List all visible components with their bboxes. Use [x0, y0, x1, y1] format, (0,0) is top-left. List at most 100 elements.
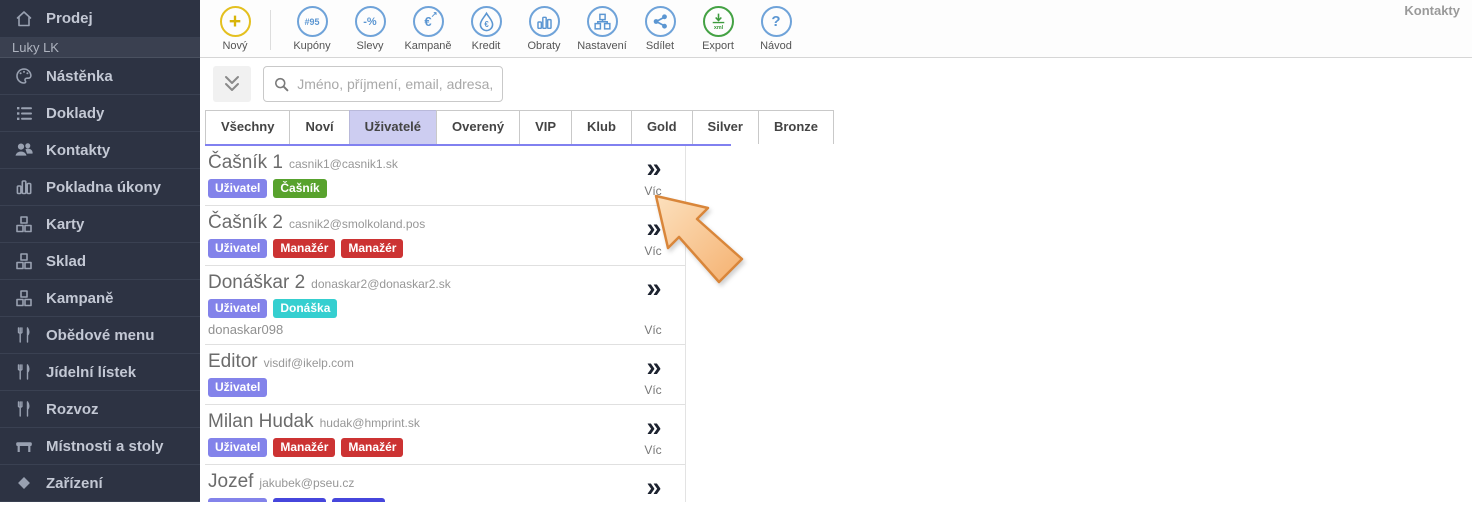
contact-row: Milan Hudakhudak@hmprint.sk Uživatel Man…	[205, 405, 685, 465]
role-badge: Manažér	[273, 438, 335, 457]
sidebar-item-rozvoz[interactable]: Rozvoz	[0, 391, 200, 428]
role-badge: Uživatel	[208, 378, 267, 397]
contact-name: Jozef	[208, 471, 253, 492]
campaigns-button[interactable]: € ↗ Kampaně	[399, 6, 457, 52]
role-badge: Manažér	[341, 239, 403, 258]
diamond-icon	[14, 473, 34, 493]
role-badge: Majiteľ	[332, 498, 385, 502]
search-input[interactable]	[297, 76, 492, 92]
sidebar-item-label: Zařízení	[46, 475, 103, 492]
help-button[interactable]: ? Návod	[747, 6, 805, 52]
toolbar: + Nový #95 Kupóny -% Slevy € ↗ Kampaně	[200, 0, 1472, 58]
credit-button[interactable]: € Kredit	[457, 6, 515, 52]
list-icon	[14, 103, 34, 123]
collapse-filters-button[interactable]	[213, 66, 251, 102]
sidebar-item-kampane[interactable]: Kampaně	[0, 280, 200, 317]
bar-chart-icon	[14, 177, 34, 197]
role-badge: Manažér	[341, 438, 403, 457]
tab-klub[interactable]: Klub	[571, 110, 632, 144]
settings-button[interactable]: Nastavení	[573, 6, 631, 52]
main-content: + Nový #95 Kupóny -% Slevy € ↗ Kampaně	[200, 0, 1472, 502]
tool-label: Nastavení	[573, 40, 631, 52]
contact-row: Editor visdif@ikelp.com Uživatel » Víc	[205, 345, 685, 405]
tab-uzivatele[interactable]: Uživatelé	[349, 110, 437, 144]
role-badge: Uživatel	[208, 498, 267, 502]
tab-bronze[interactable]: Bronze	[758, 110, 834, 144]
tab-vsechny[interactable]: Všechny	[205, 110, 290, 144]
role-badge: Manažér	[273, 239, 335, 258]
contact-name: Donáškar 2	[208, 272, 305, 293]
tab-gold[interactable]: Gold	[631, 110, 693, 144]
tool-label: Slevy	[341, 40, 399, 52]
tool-label: Kupóny	[283, 40, 341, 52]
euro-arrow-icon: € ↗	[413, 6, 444, 37]
tab-overeny[interactable]: Overený	[436, 110, 520, 144]
sidebar-item-mistnosti-a-stoly[interactable]: Místnosti a stoly	[0, 428, 200, 465]
sidebar-item-doklady[interactable]: Doklady	[0, 95, 200, 132]
contact-email: visdif@ikelp.com	[264, 356, 354, 370]
tool-label: Obraty	[515, 40, 573, 52]
double-chevron-down-icon	[222, 75, 242, 93]
sidebar-item-label: Karty	[46, 216, 84, 233]
download-xml-icon: xml	[703, 6, 734, 37]
tab-novi[interactable]: Noví	[289, 110, 349, 144]
more-button[interactable]: » Víc	[630, 275, 676, 337]
double-angle-icon: »	[630, 215, 676, 241]
contact-name: Editor	[208, 351, 258, 372]
cubes-icon	[14, 251, 34, 271]
sidebar-item-obedove-menu[interactable]: Obědové menu	[0, 317, 200, 354]
coupons-button[interactable]: #95 Kupóny	[283, 6, 341, 52]
turnover-button[interactable]: Obraty	[515, 6, 573, 52]
tab-silver[interactable]: Silver	[692, 110, 759, 144]
role-badge: Uživatel	[208, 179, 267, 198]
sidebar-subitem-account[interactable]: Luky LK	[0, 38, 200, 58]
more-button[interactable]: » Víc	[630, 414, 676, 457]
contact-email: donaskar2@donaskar2.sk	[311, 277, 451, 291]
more-button[interactable]: » Víc	[630, 354, 676, 397]
sitemap-icon	[587, 6, 618, 37]
share-button[interactable]: Sdílet	[631, 6, 689, 52]
coupon-icon: #95	[297, 6, 328, 37]
more-button[interactable]: » Víc	[630, 215, 676, 258]
double-angle-icon: »	[630, 155, 676, 181]
filter-tabs: Všechny Noví Uživatelé Overený VIP Klub …	[205, 110, 731, 146]
contact-list: Čašník 1casnik1@casnik1.sk Uživatel Čašn…	[205, 146, 686, 502]
sidebar-item-label: Místnosti a stoly	[46, 438, 164, 455]
contact-name: Čašník 1	[208, 152, 283, 173]
sidebar-item-pokladna-ukony[interactable]: Pokladna úkony	[0, 169, 200, 206]
question-icon: ?	[761, 6, 792, 37]
double-angle-icon: »	[630, 275, 676, 301]
sidebar-item-label: Kampaně	[46, 290, 114, 307]
sidebar-item-label: Kontakty	[46, 142, 110, 159]
cubes-icon	[14, 288, 34, 308]
cutlery-icon	[14, 325, 34, 345]
share-icon	[645, 6, 676, 37]
context-label: Kontakty	[1404, 3, 1460, 18]
tab-vip[interactable]: VIP	[519, 110, 572, 144]
sidebar-item-jidelni-listek[interactable]: Jídelní lístek	[0, 354, 200, 391]
sidebar-item-karty[interactable]: Karty	[0, 206, 200, 243]
more-button[interactable]: » Víc	[630, 474, 676, 502]
sidebar-item-zarizeni[interactable]: Zařízení	[0, 465, 200, 502]
sidebar-item-nastenka[interactable]: Nástěnka	[0, 58, 200, 95]
discounts-button[interactable]: -% Slevy	[341, 6, 399, 52]
sidebar-item-label: Prodej	[46, 10, 93, 27]
contact-row: Jozefjakubek@pseu.cz Uživatel Majiteľ Ma…	[205, 465, 685, 502]
contact-row: Čašník 1casnik1@casnik1.sk Uživatel Čašn…	[205, 146, 685, 206]
tool-label: Export	[689, 40, 747, 52]
sidebar-item-label: Sklad	[46, 253, 86, 270]
new-contact-button[interactable]: + Nový	[206, 6, 264, 52]
contact-row: Donáškar 2donaskar2@donaskar2.sk Uživate…	[205, 266, 685, 345]
sidebar-item-sklad[interactable]: Sklad	[0, 243, 200, 280]
more-button[interactable]: » Víc	[630, 155, 676, 198]
sidebar-item-kontakty[interactable]: Kontakty	[0, 132, 200, 169]
tool-label: Návod	[747, 40, 805, 52]
sidebar-item-prodej[interactable]: Prodej	[0, 0, 200, 38]
contact-note: donaskar098	[208, 322, 623, 337]
contact-row: Čašník 2casnik2@smolkoland.pos Uživatel …	[205, 206, 685, 266]
cutlery-icon	[14, 399, 34, 419]
users-icon	[14, 140, 34, 160]
export-button[interactable]: xml Export	[689, 6, 747, 52]
toolbar-divider	[270, 10, 271, 50]
role-badge: Majiteľ	[273, 498, 326, 502]
